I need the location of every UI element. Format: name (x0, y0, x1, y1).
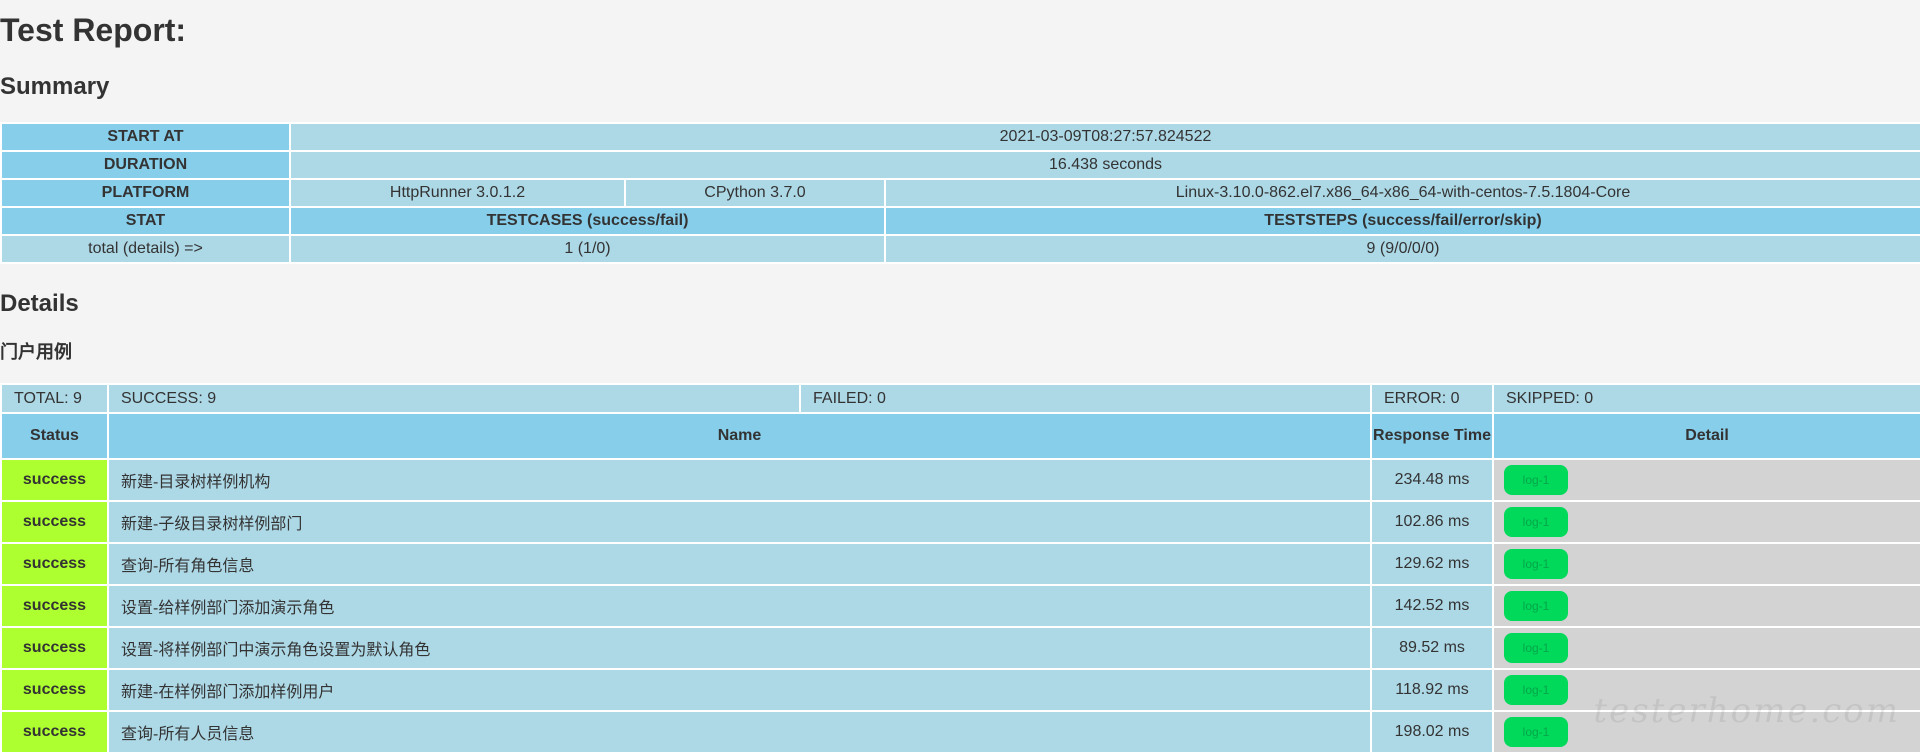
testcases-value: 1 (1/0) (289, 234, 886, 264)
test-step-name: 设置-给样例部门添加演示角色 (107, 584, 1372, 628)
platform-row: PLATFORM HttpRunner 3.0.1.2 CPython 3.7.… (0, 178, 1920, 208)
start-at-label: START AT (0, 122, 291, 152)
summary-table: START AT 2021-03-09T08:27:57.824522 DURA… (0, 122, 1920, 264)
log-button[interactable]: log-1 (1504, 507, 1568, 537)
table-row: success 设置-给样例部门添加演示角色 142.52 ms log-1 (0, 584, 1920, 628)
log-button[interactable]: log-1 (1504, 675, 1568, 705)
test-step-name: 新建-在样例部门添加样例用户 (107, 668, 1372, 712)
status-badge: success (0, 668, 109, 712)
response-time: 142.52 ms (1370, 584, 1494, 628)
failed-count: FAILED: 0 (799, 383, 1372, 414)
platform-python: CPython 3.7.0 (624, 178, 886, 208)
detail-cell: log-1 (1492, 626, 1920, 670)
table-row: success 查询-所有角色信息 129.62 ms log-1 (0, 542, 1920, 586)
log-button[interactable]: log-1 (1504, 549, 1568, 579)
testcases-label: TESTCASES (success/fail) (289, 206, 886, 236)
duration-value: 16.438 seconds (288, 150, 1920, 180)
response-time: 129.62 ms (1370, 542, 1494, 586)
watermark: testerhome.com (1593, 691, 1900, 731)
testcase-name: 门户用例 (0, 342, 72, 362)
status-badge: success (0, 710, 109, 754)
test-step-name: 设置-将样例部门中演示角色设置为默认角色 (107, 626, 1372, 670)
status-badge: success (0, 500, 109, 544)
table-row: success 新建-子级目录树样例部门 102.86 ms log-1 (0, 500, 1920, 544)
teststeps-value: 9 (9/0/0/0) (883, 234, 1920, 264)
platform-httprunner: HttpRunner 3.0.1.2 (289, 178, 626, 208)
test-step-name: 新建-子级目录树样例部门 (107, 500, 1372, 544)
skipped-count: SKIPPED: 0 (1492, 383, 1920, 414)
test-step-name: 新建-目录树样例机构 (107, 458, 1372, 502)
response-time: 102.86 ms (1370, 500, 1494, 544)
test-step-name: 查询-所有角色信息 (107, 542, 1372, 586)
teststeps-label: TESTSTEPS (success/fail/error/skip) (883, 206, 1920, 236)
table-row: success 设置-将样例部门中演示角色设置为默认角色 89.52 ms log-1 (0, 626, 1920, 670)
status-badge: success (0, 584, 109, 628)
stat-total-row: total (details) => 1 (1/0) 9 (9/0/0/0) (0, 234, 1920, 264)
detail-cell: log-1 (1492, 542, 1920, 586)
detail-cell: log-1 (1492, 458, 1920, 502)
platform-os: Linux-3.10.0-862.el7.x86_64-x86_64-with-… (883, 178, 1920, 208)
details-heading: Details (0, 290, 79, 317)
status-badge: success (0, 542, 109, 586)
test-step-name: 查询-所有人员信息 (107, 710, 1372, 754)
error-count: ERROR: 0 (1370, 383, 1494, 414)
status-badge: success (0, 626, 109, 670)
response-time: 118.92 ms (1370, 668, 1494, 712)
status-column-header: Status (0, 412, 109, 460)
stat-label: STAT (0, 206, 291, 236)
platform-label: PLATFORM (0, 178, 291, 208)
page-title: Test Report: (0, 12, 187, 48)
response-time-column-header: Response Time (1370, 412, 1494, 460)
log-button[interactable]: log-1 (1504, 465, 1568, 495)
log-button[interactable]: log-1 (1504, 717, 1568, 747)
success-count: SUCCESS: 9 (107, 383, 801, 414)
stat-header-row: STAT TESTCASES (success/fail) TESTSTEPS … (0, 206, 1920, 236)
duration-row: DURATION 16.438 seconds (0, 150, 1920, 180)
detail-column-header: Detail (1492, 412, 1920, 460)
detail-cell: log-1 (1492, 500, 1920, 544)
response-time: 89.52 ms (1370, 626, 1494, 670)
response-time: 234.48 ms (1370, 458, 1494, 502)
name-column-header: Name (107, 412, 1372, 460)
duration-label: DURATION (0, 150, 291, 180)
status-badge: success (0, 458, 109, 502)
response-time: 198.02 ms (1370, 710, 1494, 754)
totals-row: TOTAL: 9 SUCCESS: 9 FAILED: 0 ERROR: 0 S… (0, 383, 1920, 414)
total-details-link[interactable]: total (details) => (0, 234, 291, 264)
log-button[interactable]: log-1 (1504, 591, 1568, 621)
log-button[interactable]: log-1 (1504, 633, 1568, 663)
table-row: success 新建-目录树样例机构 234.48 ms log-1 (0, 458, 1920, 502)
column-header-row: Status Name Response Time Detail (0, 412, 1920, 460)
summary-heading: Summary (0, 73, 110, 100)
start-at-value: 2021-03-09T08:27:57.824522 (288, 122, 1920, 152)
total-count: TOTAL: 9 (0, 383, 109, 414)
start-at-row: START AT 2021-03-09T08:27:57.824522 (0, 122, 1920, 152)
detail-cell: log-1 (1492, 584, 1920, 628)
